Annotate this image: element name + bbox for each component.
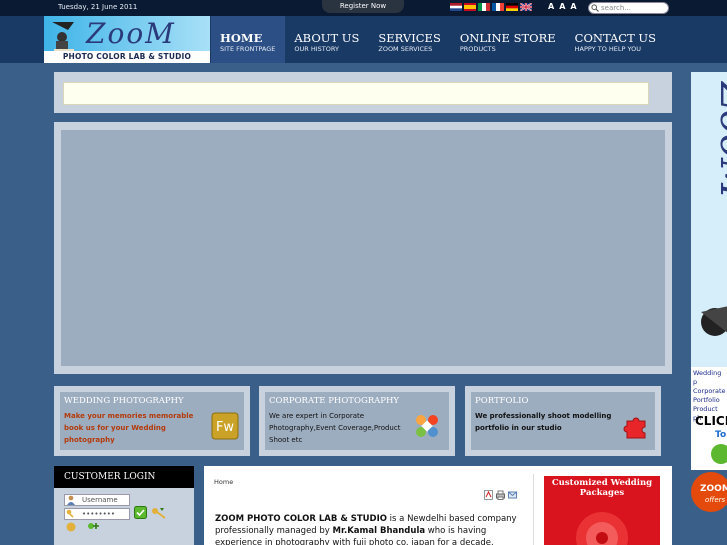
column-divider (533, 474, 534, 545)
current-date: Tuesday, 21 June 2011 (58, 3, 138, 11)
login-submit-icon[interactable] (134, 506, 147, 519)
nav-title: HOME (220, 31, 263, 45)
register-button[interactable]: Register Now (322, 0, 404, 13)
slideshow-panel (54, 122, 672, 374)
user-icon (67, 495, 75, 505)
nav-subtitle: SITE FRONTPAGE (220, 45, 276, 53)
language-flags (450, 3, 532, 11)
feature-inner: CORPORATE PHOTOGRAPHY We are expert in C… (265, 392, 449, 450)
news-ticker (63, 82, 649, 105)
font-decrease-button[interactable]: A (548, 2, 554, 11)
font-reset-button[interactable]: A (559, 2, 565, 11)
side-cta-click[interactable]: CLICK (695, 414, 727, 428)
main-article: Home ZOOM PHOTO COLOR LAB & STUDIO is a … (204, 466, 672, 545)
logo-tagline: PHOTO COLOR LAB & STUDIO (44, 51, 210, 63)
site-header: ZooM PHOTO COLOR LAB & STUDIO HOME SITE … (0, 16, 727, 63)
breadcrumb[interactable]: Home (214, 478, 233, 486)
nav-item-online-store[interactable]: ONLINE STORE PRODUCTS (451, 16, 566, 63)
font-increase-button[interactable]: A (570, 2, 576, 11)
promo-title: Customized Wedding Packages (551, 478, 653, 498)
slideshow-area[interactable] (61, 130, 665, 366)
fireworks-icon: Fw (211, 412, 239, 440)
spain-flag-icon[interactable] (464, 3, 476, 11)
badge-offers: offers (705, 496, 726, 504)
print-icon[interactable] (496, 490, 505, 500)
feature-title[interactable]: PORTFOLIO (475, 396, 528, 406)
pdf-icon[interactable] (484, 490, 493, 500)
nav-item-contact-us[interactable]: CONTACT US HAPPY TO HELP YOU (566, 16, 666, 63)
forgot-password-icon[interactable] (151, 506, 167, 519)
search-input[interactable]: search... (588, 2, 669, 14)
feature-portfolio: PORTFOLIO We professionally shoot modell… (465, 386, 661, 456)
offers-badge[interactable]: ZOOM offers (691, 472, 727, 512)
joomla-icon (416, 415, 438, 437)
main-navigation: HOME SITE FRONTPAGE ABOUT US OUR HISTORY… (211, 16, 666, 63)
email-icon[interactable] (508, 490, 517, 500)
nav-title: ONLINE STORE (459, 31, 556, 45)
nav-subtitle: ZOOM SERVICES (378, 45, 433, 53)
feature-title[interactable]: WEDDING PHOTOGRAPHY (64, 396, 184, 406)
company-name: ZOOM PHOTO COLOR LAB & STUDIO (215, 514, 387, 524)
side-list-item: Portfolio (693, 396, 720, 404)
register-user-icon[interactable] (66, 522, 76, 532)
svg-text:ZooM: ZooM (711, 80, 727, 200)
feature-text: We professionally shoot modelling portfo… (475, 412, 612, 432)
article-tools (484, 490, 517, 500)
flower-graphic (576, 512, 628, 545)
svg-text:Fw: Fw (216, 420, 234, 435)
nav-item-services[interactable]: SERVICES ZOOM SERVICES (369, 16, 450, 63)
nav-item-home[interactable]: HOME SITE FRONTPAGE (211, 16, 286, 63)
top-bar: Tuesday, 21 June 2011 Register Now A A A… (0, 0, 727, 16)
germany-flag-icon[interactable] (506, 3, 518, 11)
nav-subtitle: PRODUCTS (459, 45, 496, 53)
nav-subtitle: OUR HISTORY (294, 45, 339, 53)
feature-inner: WEDDING PHOTOGRAPHY Make your memories m… (60, 392, 244, 450)
feature-text: We are expert in Corporate Photography,E… (269, 412, 401, 444)
feature-inner: PORTFOLIO We professionally shoot modell… (471, 392, 655, 450)
nav-title: CONTACT US (574, 31, 656, 45)
feature-title[interactable]: CORPORATE PHOTOGRAPHY (269, 396, 399, 406)
netherlands-flag-icon[interactable] (450, 3, 462, 11)
feature-wedding: WEDDING PHOTOGRAPHY Make your memories m… (54, 386, 250, 456)
badge-brand: ZOOM (700, 484, 727, 494)
uk-flag-icon[interactable] (520, 3, 532, 11)
feature-text: Make your memories memorable book us for… (64, 412, 194, 444)
feature-corporate: CORPORATE PHOTOGRAPHY We are expert in C… (259, 386, 455, 456)
wedding-packages-banner[interactable]: Customized Wedding Packages (544, 476, 660, 545)
logo-wordmark: ZooM (86, 17, 176, 50)
nav-title: ABOUT US (294, 31, 360, 45)
side-list-item: Corporate (693, 387, 726, 395)
side-list-item: Wedding p (693, 369, 722, 386)
customer-login-panel: CUSTOMER LOGIN Username •••••••• (54, 466, 194, 545)
nav-item-about-us[interactable]: ABOUT US OUR HISTORY (285, 16, 369, 63)
france-flag-icon[interactable] (492, 3, 504, 11)
side-banner-graphic: ZooM (691, 72, 727, 367)
side-advert-banner[interactable]: ZooM Wedding p Corporate Portfolio Produ… (691, 72, 727, 470)
italy-flag-icon[interactable] (478, 3, 490, 11)
nav-title: SERVICES (378, 31, 441, 45)
font-size-controls: A A A (548, 2, 577, 11)
owner-name: Mr.Kamal Bhandula (332, 526, 426, 536)
site-logo[interactable]: ZooM PHOTO COLOR LAB & STUDIO (44, 16, 210, 63)
puzzle-icon (623, 417, 646, 439)
search-icon (591, 4, 599, 12)
add-user-icon[interactable] (86, 522, 100, 532)
key-icon (66, 509, 74, 518)
ticker-panel (54, 72, 672, 113)
article-body: ZOOM PHOTO COLOR LAB & STUDIO is a Newde… (215, 513, 531, 545)
green-badge-icon (711, 444, 727, 464)
login-title: CUSTOMER LOGIN (54, 466, 194, 488)
side-cta-to: To (715, 430, 727, 440)
nav-subtitle: HAPPY TO HELP YOU (574, 45, 641, 53)
